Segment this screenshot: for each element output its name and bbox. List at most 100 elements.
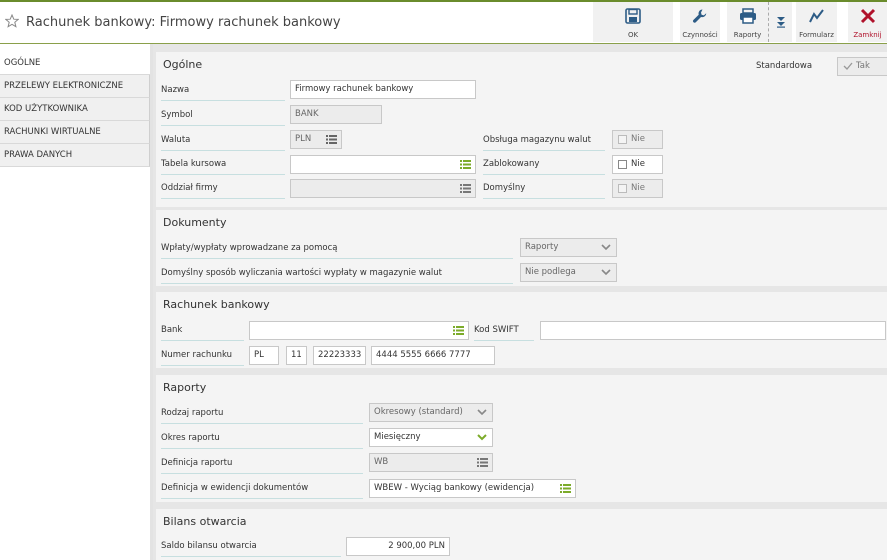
default-underline [483,198,605,199]
report-type-label: Rodzaj raportu [161,408,224,418]
branch-label: Oddział firmy [161,183,218,193]
blocked-label: Zablokowany [483,159,540,169]
symbol-label: Symbol [161,110,193,120]
default-checkbox[interactable]: Nie [612,179,663,198]
report-definition-value: WB [374,457,389,467]
opening-balance-input[interactable]: 2 900,00 PLN [346,537,450,556]
star-icon[interactable] [4,13,20,28]
sidebar-item-electronic-transfers[interactable]: PRZELEWY ELEKTRONICZNE [0,75,150,98]
account-number-input[interactable]: 4444 5555 6666 7777 [371,346,495,365]
branch-underline [161,198,285,199]
bank-underline [161,340,244,341]
forms-label: Formularz [799,31,834,39]
chevron-down-icon [477,409,487,416]
standard-value: Tak [856,61,870,71]
default-value: Nie [631,183,645,193]
blocked-value: Nie [631,159,645,169]
calc-value: Nie podlega [525,267,576,277]
sidebar-item-user-code[interactable]: KOD UŻYTKOWNIKA [0,98,150,121]
report-type-select[interactable]: Okresowy (standard) [369,403,493,422]
rate-table-input[interactable] [290,155,476,174]
doc-definition-value: WBEW - Wyciąg bankowy (ewidencja) [374,483,535,493]
payments-select[interactable]: Raporty [520,238,617,257]
doc-definition-input[interactable]: WBEW - Wyciąg bankowy (ewidencja) [369,479,576,498]
swift-input[interactable] [540,321,886,340]
report-period-value: Miesięczny [374,432,421,442]
reports-button[interactable]: Raporty [727,2,768,42]
opening-balance-section: Bilans otwarcia Saldo bilansu otwarcia 2… [156,509,887,560]
window-header: Rachunek bankowy: Firmowy rachunek banko… [0,2,887,44]
currency-label: Waluta [161,135,191,145]
account-country-input[interactable]: PL [249,346,279,365]
branch-input[interactable] [290,179,476,198]
warehouse-label: Obsługa magazynu walut [483,135,591,145]
chart-icon [808,9,824,23]
close-icon [860,8,875,24]
actions-label: Czynności [682,31,718,39]
account-bank-input[interactable]: 22223333 [313,346,366,365]
form-content: Ogólne Standardowa Tak Nazwa Firmowy rac… [153,44,887,560]
account-check-input[interactable]: 11 [286,346,307,365]
standard-checkbox[interactable]: Tak [837,57,887,76]
report-definition-underline [161,473,363,474]
blocked-checkbox[interactable]: Nie [612,155,663,174]
window-title: Rachunek bankowy: Firmowy rachunek banko… [26,15,341,30]
opening-balance-label: Saldo bilansu otwarcia [161,541,257,551]
chevron-down-icon [601,244,611,251]
ok-button[interactable]: OK [593,2,673,42]
opening-balance-title: Bilans otwarcia [163,515,247,528]
symbol-underline [161,125,285,126]
forms-button[interactable]: Formularz [796,2,837,42]
bank-input[interactable] [249,321,469,340]
sidebar-item-data-rights[interactable]: PRAWA DANYCH [0,144,150,167]
report-definition-input[interactable]: WB [369,453,493,472]
documents-title: Dokumenty [163,216,227,229]
warehouse-checkbox[interactable]: Nie [612,130,663,149]
doc-definition-underline [161,498,363,499]
account-number-underline [161,365,244,366]
symbol-input[interactable]: BANK [290,105,382,124]
doc-definition-label: Definicja w ewidencji dokumentów [161,483,309,493]
bank-label: Bank [161,325,183,335]
double-chevron-down-icon [777,17,785,28]
list-icon [477,458,488,467]
report-period-underline [161,448,363,449]
actions-button[interactable]: Czynności [680,2,720,42]
bank-account-title: Rachunek bankowy [163,298,270,311]
warehouse-value: Nie [631,134,645,144]
rate-table-label: Tabela kursowa [161,159,227,169]
checkbox-box [618,184,627,193]
checkbox-box [618,135,627,144]
report-type-value: Okresowy (standard) [374,407,463,417]
standard-label: Standardowa [756,61,813,71]
report-type-underline [161,423,363,424]
close-button[interactable]: Zamknij [848,2,887,42]
printer-icon [739,8,756,24]
check-icon [843,62,853,70]
save-icon [625,8,641,24]
name-underline [161,100,285,101]
sidebar-item-virtual-accounts[interactable]: RACHUNKI WIRTUALNE [0,121,150,144]
wrench-icon [693,9,707,23]
list-icon [453,326,464,335]
more-button[interactable] [768,2,792,42]
bank-account-section: Rachunek bankowy Bank Kod SWIFT Numer ra… [156,292,887,368]
currency-input[interactable]: PLN [290,130,342,149]
close-label: Zamknij [853,31,882,39]
sidebar: OGÓLNE PRZELEWY ELEKTRONICZNE KOD UŻYTKO… [0,52,150,167]
name-label: Nazwa [161,85,190,95]
calc-select[interactable]: Nie podlega [520,263,617,282]
name-input[interactable]: Firmowy rachunek bankowy [290,80,476,99]
rate-table-underline [161,174,285,175]
chevron-down-icon [601,269,611,276]
general-title: Ogólne [163,58,203,71]
blocked-underline [483,174,605,175]
report-definition-label: Definicja raportu [161,458,233,468]
report-period-select[interactable]: Miesięczny [369,428,493,447]
swift-underline [474,340,534,341]
report-period-label: Okres raportu [161,433,220,443]
payments-label: Wpłaty/wypłaty wprowadzane za pomocą [161,243,338,253]
sidebar-item-general[interactable]: OGÓLNE [0,52,150,75]
chevron-down-icon [477,434,487,441]
calc-label: Domyślny sposób wyliczania wartości wypł… [161,268,443,278]
